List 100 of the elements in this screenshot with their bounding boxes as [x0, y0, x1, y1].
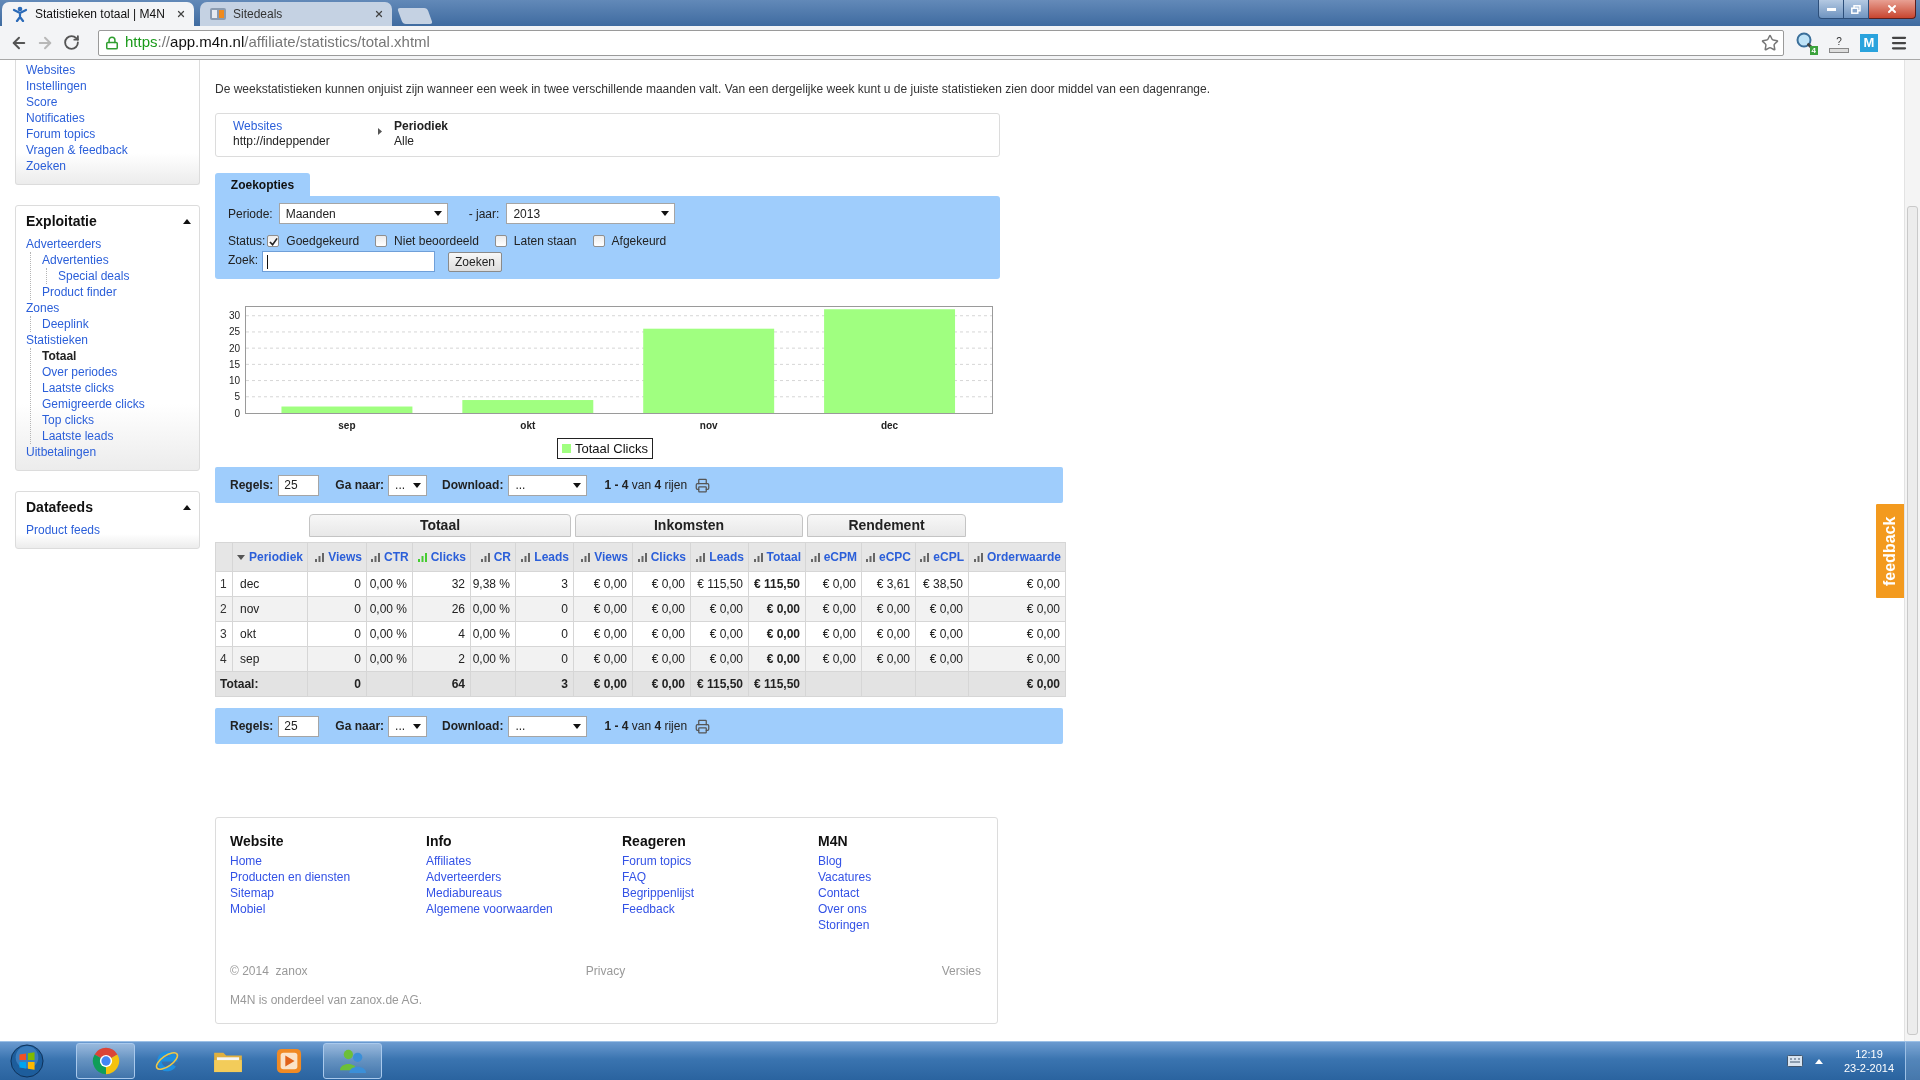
footer-link[interactable]: Storingen — [818, 917, 870, 933]
restore-button[interactable] — [1844, 0, 1869, 19]
checkbox[interactable] — [267, 235, 280, 247]
search-options-tab[interactable]: Zoekopties — [215, 173, 310, 196]
footer-link[interactable]: Mediabureaus — [426, 885, 503, 901]
breadcrumb-link[interactable]: Websites — [233, 119, 283, 134]
footer-link[interactable]: Producten en diensten — [230, 869, 351, 885]
search-field[interactable] — [262, 251, 435, 272]
browser-tab[interactable]: Statistieken totaal | M4N — [2, 2, 194, 26]
close-icon[interactable] — [176, 9, 186, 19]
footer-link[interactable]: Adverteerders — [426, 869, 502, 885]
footer-link[interactable]: Affiliates — [426, 853, 472, 869]
column-header[interactable]: CR — [470, 542, 516, 572]
column-header[interactable]: Leads — [690, 542, 749, 572]
footer-link[interactable]: FAQ — [622, 869, 646, 885]
checkbox-label: Laten staan — [513, 233, 577, 250]
star-icon[interactable] — [1761, 33, 1779, 52]
sidebar-link[interactable]: Special deals — [58, 268, 130, 284]
goto-select[interactable]: ... — [388, 474, 428, 496]
goto-select[interactable]: ... — [388, 715, 428, 737]
new-tab-button[interactable] — [397, 8, 433, 24]
checkbox[interactable] — [592, 235, 605, 247]
checkbox[interactable] — [375, 235, 388, 247]
sidebar-link[interactable]: Zoeken — [26, 158, 67, 174]
sidebar-link[interactable]: Deeplink — [42, 316, 89, 332]
rows-field[interactable]: 25 — [278, 715, 320, 737]
sidebar-link[interactable]: Totaal — [42, 348, 77, 364]
footer-link[interactable]: Contact — [818, 885, 860, 901]
footer-heading: M4N — [818, 833, 848, 849]
download-label: Download: — [442, 477, 504, 494]
checkbox[interactable] — [494, 235, 507, 247]
sidebar-link[interactable]: Top clicks — [42, 412, 94, 428]
column-header[interactable]: CTR — [366, 542, 413, 572]
close-icon[interactable] — [374, 9, 384, 19]
sidebar-link[interactable]: Gemigreerde clicks — [42, 396, 145, 412]
footer-link[interactable]: Mobiel — [230, 901, 266, 917]
period-select[interactable]: Maanden — [278, 203, 448, 224]
footer-link[interactable]: Sitemap — [230, 885, 275, 901]
sidebar-link[interactable]: Vragen & feedback — [26, 142, 128, 158]
caret-up-icon[interactable] — [183, 218, 191, 224]
column-header[interactable]: Orderwaarde — [968, 542, 1066, 572]
sidebar-link[interactable]: Instellingen — [26, 78, 87, 94]
sidebar-link[interactable]: Uitbetalingen — [26, 444, 97, 460]
extension-button[interactable]: 4 — [1794, 30, 1818, 55]
footer-link[interactable]: Over ons — [818, 901, 867, 917]
taskbar-button[interactable] — [323, 1043, 382, 1079]
column-header[interactable]: Leads — [515, 542, 574, 572]
rows-field[interactable]: 25 — [278, 474, 320, 496]
year-select[interactable]: 2013 — [506, 203, 676, 224]
goto-label: Ga naar: — [335, 477, 385, 494]
axis-category-label: nov — [699, 420, 718, 431]
close-button[interactable] — [1869, 0, 1916, 19]
sidebar-link[interactable]: Forum topics — [26, 126, 96, 142]
sidebar-link[interactable]: Adverteerders — [26, 236, 102, 252]
sidebar-link[interactable]: Laatste leads — [42, 428, 114, 444]
address-bar[interactable]: https://app.m4n.nl/affiliate/statistics/total.xhtml — [98, 29, 1784, 56]
footer-link[interactable]: Algemene voorwaarden — [426, 901, 553, 917]
sidebar-link[interactable]: Advertenties — [42, 252, 109, 268]
column-header[interactable]: Clicks — [632, 542, 691, 572]
footer-link[interactable]: Blog — [818, 853, 843, 869]
rows-label: Regels: — [230, 477, 274, 494]
goto-label: Ga naar: — [335, 718, 385, 735]
sidebar-link[interactable]: Score — [26, 94, 58, 110]
keyboard-icon[interactable] — [1787, 1055, 1803, 1067]
sidebar-link[interactable]: Notificaties — [26, 110, 85, 126]
sidebar-link[interactable]: Product finder — [42, 284, 117, 300]
sidebar-link[interactable]: Over periodes — [42, 364, 118, 380]
caret-up-icon[interactable] — [183, 504, 191, 510]
sidebar-link[interactable]: Laatste clicks — [42, 380, 115, 396]
printer-icon[interactable] — [695, 718, 711, 734]
sidebar-link[interactable]: Statistieken — [26, 332, 89, 348]
footer-link[interactable]: Feedback — [622, 901, 675, 917]
minimize-button[interactable] — [1818, 0, 1844, 19]
column-header[interactable]: Views — [307, 542, 367, 572]
sidebar-link[interactable]: Product feeds — [26, 522, 101, 538]
column-header[interactable]: Periodiek — [232, 542, 308, 572]
footer-link[interactable]: Begrippenlijst — [622, 885, 695, 901]
printer-icon[interactable] — [695, 477, 711, 493]
footer-link[interactable]: Vacatures — [818, 869, 872, 885]
caret-down-icon — [573, 723, 582, 729]
column-header[interactable]: Clicks — [412, 542, 471, 572]
taskbar-button[interactable] — [76, 1043, 135, 1079]
scrollbar-thumb[interactable] — [1907, 206, 1918, 1035]
extension-button[interactable]: ? — [1828, 32, 1850, 53]
lock-icon — [105, 35, 119, 50]
clock-time: 12:19 — [1855, 1047, 1883, 1061]
browser-tab[interactable]: Sitedeals — [200, 2, 392, 26]
column-header[interactable]: eCPM — [805, 542, 862, 572]
column-header[interactable]: Views — [573, 542, 633, 572]
footer-link[interactable]: Home — [230, 853, 262, 869]
download-select[interactable]: ... — [508, 715, 588, 737]
sidebar-link[interactable]: Websites — [26, 62, 76, 78]
column-header[interactable]: eCPC — [861, 542, 916, 572]
column-header[interactable]: eCPL — [915, 542, 969, 572]
sidebar-link[interactable]: Zones — [26, 300, 60, 316]
column-header[interactable]: Totaal — [748, 542, 806, 572]
download-select[interactable]: ... — [508, 474, 588, 496]
footer-heading: Reageren — [622, 833, 686, 849]
search-button[interactable]: Zoeken — [448, 252, 503, 272]
footer-link[interactable]: Forum topics — [622, 853, 692, 869]
